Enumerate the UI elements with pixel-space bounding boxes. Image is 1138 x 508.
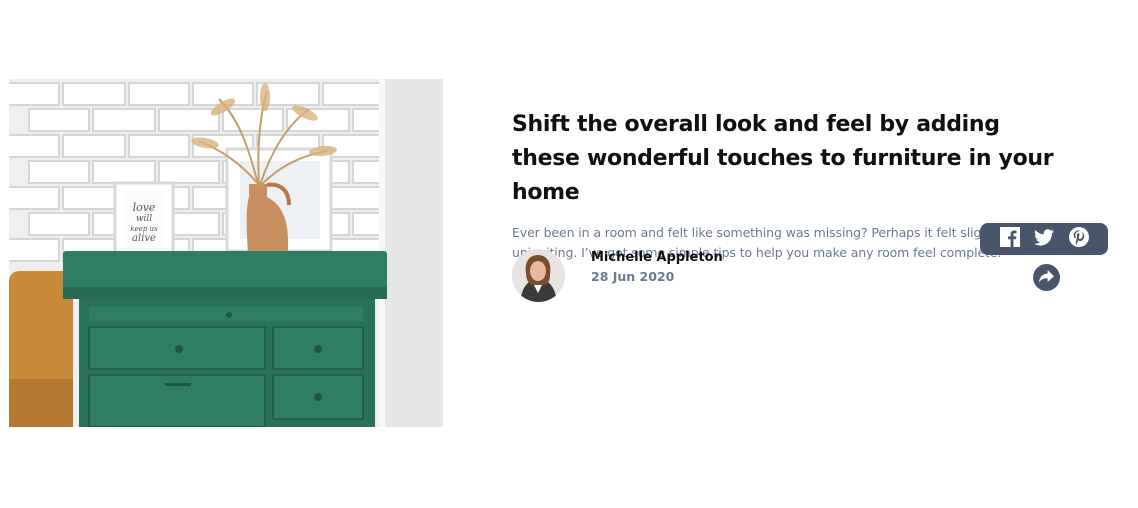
- pinterest-share-button[interactable]: [1068, 227, 1090, 251]
- hero-image: love will keep us alive: [9, 79, 443, 427]
- author-name: Michelle Appleton: [591, 250, 723, 265]
- author-avatar: [512, 249, 565, 302]
- twitter-icon: [1034, 228, 1054, 250]
- pinterest-icon: [1068, 227, 1089, 251]
- publish-date: 28 Jun 2020: [591, 269, 675, 284]
- article-title: Shift the overall look and feel by addin…: [512, 112, 1054, 205]
- green-dresser: [63, 251, 387, 427]
- framed-print: love will keep us alive: [113, 181, 175, 259]
- frame-text-1: love: [133, 201, 156, 214]
- article-preview-card: love will keep us alive Shift the overal…: [0, 0, 1138, 508]
- frame-text-3: keep us: [130, 225, 158, 233]
- share-arrow-icon: [1039, 268, 1054, 287]
- facebook-share-button[interactable]: [999, 227, 1021, 251]
- twitter-share-button[interactable]: [1033, 228, 1055, 250]
- frame-text-2: will: [136, 214, 152, 224]
- share-button[interactable]: [1033, 264, 1060, 291]
- share-popup: [980, 223, 1108, 255]
- frame-text-4: alive: [132, 233, 156, 244]
- author-block: Michelle Appleton 28 Jun 2020: [512, 249, 772, 303]
- facebook-icon: [999, 227, 1020, 251]
